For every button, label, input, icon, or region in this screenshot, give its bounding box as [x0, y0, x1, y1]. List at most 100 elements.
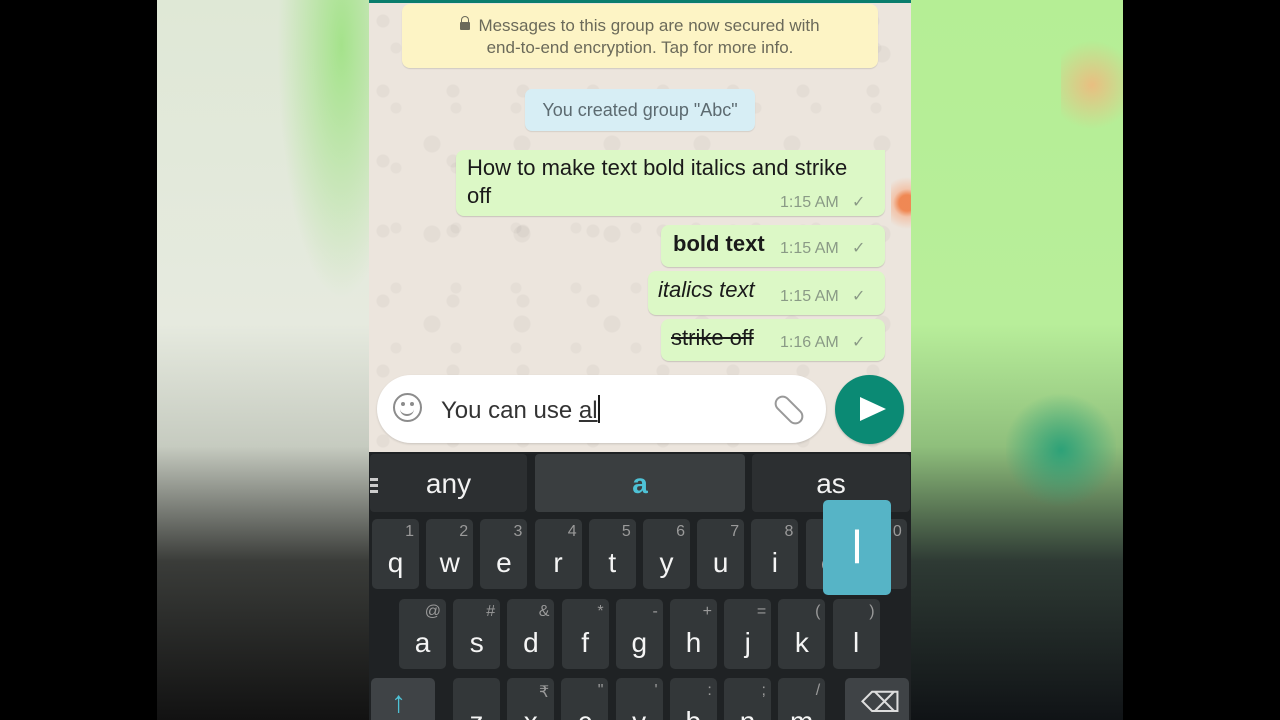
key-hint: 6 [676, 523, 685, 540]
key-hint: @ [424, 603, 441, 620]
message-text: italics text [658, 277, 755, 302]
input-text-composing: al [578, 397, 598, 424]
key-r[interactable]: 4r [534, 519, 582, 589]
chat-area[interactable]: Messages to this group are now secured w… [369, 0, 911, 452]
suggestion-label: any [425, 468, 472, 499]
message-bubble[interactable]: italics text 1:15 AM ✓ [648, 271, 885, 315]
send-button[interactable] [835, 375, 904, 444]
sent-check-icon: ✓ [852, 240, 866, 257]
key-label: w [439, 547, 460, 578]
key-e[interactable]: 3e [480, 519, 528, 589]
key-u[interactable]: 7u [697, 519, 745, 589]
key-v[interactable]: 'v [615, 678, 663, 720]
key-hint: 5 [621, 523, 631, 540]
key-n[interactable]: ;n [724, 678, 771, 720]
key-hint: : [707, 682, 712, 699]
key-hint: # [486, 603, 496, 620]
input-text-before: You can use [441, 397, 579, 424]
message-bubble[interactable]: strike off 1:16 AM ✓ [661, 319, 885, 361]
key-label: l [852, 627, 860, 658]
key-hint: 0 [892, 523, 902, 540]
message-text: bold text [673, 231, 765, 256]
key-label: s [469, 627, 484, 658]
key-hint: - [652, 603, 658, 620]
encryption-banner[interactable]: Messages to this group are now secured w… [402, 4, 878, 68]
key-s[interactable]: # s [453, 599, 501, 669]
key-hint: / [815, 682, 821, 699]
key-hint: = [756, 603, 767, 620]
key-hint: ; [761, 682, 766, 699]
key-k[interactable]: (k [778, 599, 826, 669]
message-time: 1:15 AM [780, 194, 839, 211]
key-l[interactable]: ) l [832, 599, 880, 669]
key-y[interactable]: 6y [643, 519, 690, 589]
key-label: c [561, 706, 608, 720]
key-label: m [778, 706, 825, 720]
paperclip-icon[interactable] [771, 392, 807, 428]
sent-check-icon: ✓ [852, 334, 866, 351]
key-label: e [496, 547, 512, 578]
key-t[interactable]: 5t [588, 519, 636, 589]
key-d[interactable]: & d [507, 599, 555, 669]
text-cursor [597, 395, 600, 423]
key-hint: ' [654, 682, 658, 699]
background-right-panel [911, 0, 1123, 720]
suggestion-2[interactable]: a [535, 454, 745, 512]
key-label: j [744, 627, 751, 658]
message-time: 1:15 AM [780, 240, 839, 257]
message-time: 1:16 AM [780, 334, 839, 351]
encryption-line-2: end-to-end encryption. Tap for more info… [486, 38, 794, 57]
key-hint: 1 [405, 523, 414, 540]
message-bubble[interactable]: How to make text bold italics and strike… [456, 150, 885, 216]
key-c[interactable]: "c [561, 678, 609, 720]
key-hint: 7 [730, 523, 740, 540]
sent-check-icon: ✓ [852, 194, 866, 211]
message-input[interactable]: You can use al [377, 375, 826, 443]
shift-key[interactable] [371, 678, 435, 720]
key-label: r [553, 547, 563, 578]
key-hint: 2 [459, 523, 469, 540]
emoji-icon[interactable] [393, 393, 422, 422]
key-label: y [659, 547, 674, 578]
key-x[interactable]: ₹x [507, 678, 555, 720]
background-left-panel [157, 0, 369, 720]
key-preview-popup: l [823, 500, 891, 595]
system-message: You created group "Abc" [525, 89, 755, 131]
key-label: i [771, 547, 778, 578]
key-label: n [724, 706, 771, 720]
suggestion-1[interactable]: any [370, 454, 527, 512]
key-w[interactable]: 2w [426, 519, 474, 589]
key-label: q [387, 547, 404, 578]
key-f[interactable]: * f [561, 599, 609, 669]
key-hint: ( [815, 603, 821, 620]
key-q[interactable]: 1q [372, 519, 419, 589]
key-h[interactable]: + h [670, 599, 717, 669]
phone-screen: Messages to this group are now secured w… [369, 0, 911, 720]
backspace-key[interactable] [845, 678, 909, 720]
message-bubble[interactable]: bold text 1:15 AM ✓ [661, 225, 885, 267]
key-label: f [581, 627, 589, 658]
message-time: 1:15 AM [780, 288, 839, 305]
sent-check-icon: ✓ [852, 288, 866, 305]
key-label: b [670, 706, 717, 720]
floating-indicator [891, 173, 911, 233]
key-label: u [712, 547, 729, 578]
key-z[interactable]: z [453, 678, 500, 720]
key-label: d [523, 627, 539, 658]
key-b[interactable]: :b [669, 678, 717, 720]
menu-icon[interactable] [370, 478, 378, 481]
key-j[interactable]: = j [724, 599, 772, 669]
key-hint: ) [869, 603, 875, 620]
message-input-text[interactable]: You can use al [441, 395, 600, 425]
key-label: x [507, 706, 554, 720]
key-g[interactable]: -g [615, 599, 663, 669]
key-label: z [453, 706, 500, 720]
message-text: strike off [671, 325, 754, 350]
key-hint: * [597, 603, 604, 620]
key-hint: 4 [567, 523, 577, 540]
lock-icon [460, 16, 471, 30]
key-a[interactable]: @ a [399, 599, 446, 669]
key-m[interactable]: /m [778, 678, 826, 720]
keyboard: any a as 1q2w3e4r5t6y7u8i9o0p @a#s&d*f-g… [369, 452, 911, 720]
key-i[interactable]: 8i [751, 519, 799, 589]
